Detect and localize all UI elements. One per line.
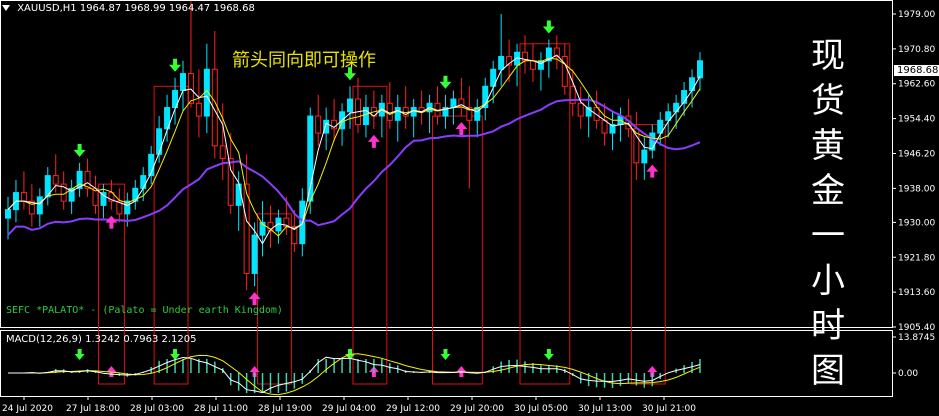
candle-body xyxy=(347,98,354,113)
side-title-char: 一 xyxy=(811,216,845,256)
candle-body xyxy=(649,132,656,151)
side-title-char: 货 xyxy=(811,81,845,121)
candle-body xyxy=(187,73,194,104)
signal-box xyxy=(519,43,571,385)
arrow-up-icon xyxy=(646,164,659,178)
symbol-header: XAUUSD,H1 1964.87 1968.99 1964.47 1968.6… xyxy=(2,3,255,14)
side-title-char: 现 xyxy=(811,36,845,76)
arrow-up-icon xyxy=(367,134,380,148)
candle-body xyxy=(394,107,401,121)
side-title-char: 时 xyxy=(811,306,845,346)
x-tick-label: 24 Jul 2020 xyxy=(2,404,53,414)
candle-body xyxy=(697,60,703,79)
ma-fast-line xyxy=(7,54,701,245)
ohlc-open: 1964.87 xyxy=(79,3,122,14)
arrow-down-icon xyxy=(439,75,452,89)
candle-body xyxy=(251,234,258,274)
y-tick-label: 1970.80 xyxy=(898,45,935,55)
macd-arrow-down-icon xyxy=(543,349,554,360)
candle-body xyxy=(529,60,536,70)
arrow-down-icon xyxy=(169,58,182,72)
macd-arrow-down-icon xyxy=(74,349,85,360)
y-tick-label: 1962.60 xyxy=(898,80,935,90)
indicator-note: SEFC *PALATO* - (Palato = Under earth Ki… xyxy=(6,305,283,316)
y-tick-label: 1913.60 xyxy=(898,288,935,298)
candle-body xyxy=(498,56,505,70)
dropdown-triangle-icon[interactable] xyxy=(2,5,10,11)
side-title-char: 小 xyxy=(811,261,845,301)
arrow-down-icon xyxy=(73,143,86,157)
candle-body xyxy=(315,115,322,134)
y-tick-label: 1905.40 xyxy=(898,323,935,333)
x-tick-label: 28 Jul 19:00 xyxy=(258,404,312,414)
x-tick-label: 27 Jul 18:00 xyxy=(66,404,120,414)
side-title-char: 金 xyxy=(811,171,845,211)
y-tick-label: 1946.20 xyxy=(898,149,935,159)
symbol-name: XAUUSD,H1 xyxy=(17,3,77,14)
macd-tick-label: 0.00 xyxy=(898,369,918,379)
macd-v1: 1.3242 xyxy=(85,334,121,345)
ohlc-close: 1968.68 xyxy=(213,3,255,14)
candle-body xyxy=(323,119,330,134)
y-tick-label: 1921.80 xyxy=(898,253,935,263)
side-title-char: 图 xyxy=(811,351,845,391)
candle-body xyxy=(641,149,648,164)
candle-body xyxy=(140,175,147,189)
y-tick-label: 1930.00 xyxy=(898,218,935,228)
arrow-up-icon xyxy=(455,122,468,136)
candle-body xyxy=(5,209,11,219)
x-tick-label: 30 Jul 21:00 xyxy=(642,404,696,414)
candle-body xyxy=(36,196,43,215)
x-tick-label: 30 Jul 05:00 xyxy=(514,404,568,414)
candle-body xyxy=(219,145,226,160)
arrow-down-icon xyxy=(542,20,555,34)
candle-body xyxy=(20,192,27,202)
side-title: 现 货 黄 金 一 小 时 图 xyxy=(808,34,848,394)
candle-body xyxy=(235,183,242,206)
macd-name: MACD(12,26,9) xyxy=(6,334,82,345)
candle-body xyxy=(577,102,584,117)
y-tick-label: 1938.00 xyxy=(898,184,935,194)
price-chart: 1979.00 1970.80 1962.60 1954.40 1946.20 1938.… xyxy=(0,0,935,414)
annotation-text: 箭头同向即可操作 xyxy=(232,50,376,71)
x-tick-label: 29 Jul 20:00 xyxy=(450,404,504,414)
candle-body xyxy=(673,102,680,113)
candle-body xyxy=(689,77,696,92)
candle-body xyxy=(450,98,457,109)
ohlc-low: 1964.47 xyxy=(168,3,211,14)
y-tick-label: 1979.00 xyxy=(898,10,935,20)
candle-body xyxy=(52,175,59,185)
x-tick-label: 30 Jul 13:00 xyxy=(578,404,632,414)
signal-box xyxy=(432,115,483,385)
candle-body xyxy=(227,158,234,206)
candle-body xyxy=(156,128,163,155)
arrow-up-icon xyxy=(105,215,118,229)
x-tick-label: 29 Jul 04:00 xyxy=(322,404,376,414)
x-tick-label: 28 Jul 03:00 xyxy=(130,404,184,414)
macd-arrow-down-icon xyxy=(440,349,451,360)
macd-tick-label: 13.8745 xyxy=(898,333,935,343)
macd-v3: 2.1205 xyxy=(161,334,197,345)
current-price-tag: 1968.68 xyxy=(894,65,939,76)
x-tick-label: 28 Jul 11:00 xyxy=(194,404,248,414)
y-tick-label: 1954.40 xyxy=(898,115,935,125)
side-title-char: 黄 xyxy=(811,126,845,166)
arrow-up-icon xyxy=(248,292,261,306)
candle-body xyxy=(179,73,186,92)
candle-body xyxy=(195,102,202,117)
macd-label: MACD(12,26,9) 1.3242 0.7963 2.1205 xyxy=(6,334,197,345)
ohlc-high: 1968.99 xyxy=(124,3,166,14)
candle-body xyxy=(474,107,481,121)
macd-v2: 0.7963 xyxy=(123,334,159,345)
x-tick-label: 29 Jul 12:00 xyxy=(386,404,440,414)
price-panel-frame xyxy=(0,0,893,328)
candle-body xyxy=(601,119,608,134)
